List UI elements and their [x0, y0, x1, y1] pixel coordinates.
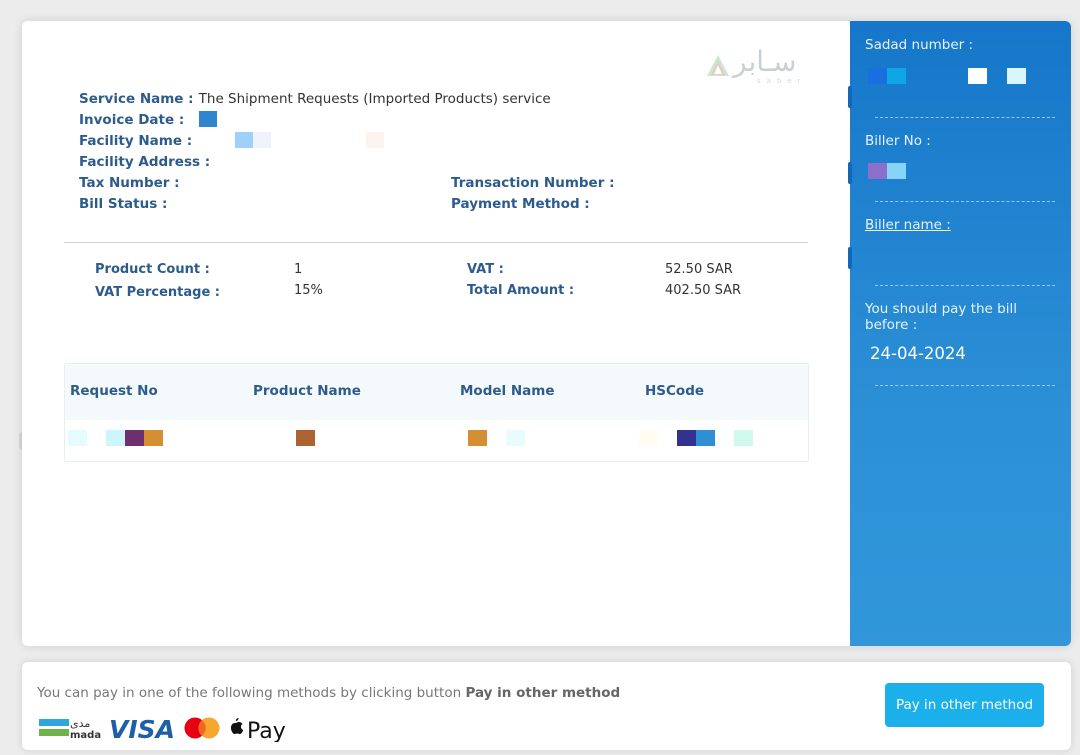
dashed-divider	[875, 117, 1055, 118]
biller-no-label: Biller No :	[865, 133, 931, 149]
vat-label: VAT :	[467, 262, 504, 277]
payment-method-label: Payment Method :	[451, 196, 590, 212]
bill-status-row: Bill Status :	[79, 193, 167, 212]
facility-name-redacted	[235, 132, 254, 148]
payment-method-logos: مدى mada VISA Pay	[39, 714, 299, 744]
section-divider	[64, 242, 808, 243]
total-amount-label: Total Amount :	[467, 283, 575, 298]
svg-text:VISA: VISA	[109, 715, 175, 742]
product-count-label: Product Count :	[95, 262, 210, 277]
transaction-number-row: Transaction Number :	[451, 172, 614, 191]
saber-logo-mark-icon	[707, 55, 729, 76]
cell-hscode	[639, 430, 753, 446]
pay-before-date: 24-04-2024	[870, 344, 966, 363]
invoice-main-panel: سـابر saber Service Name : The Shipment …	[22, 21, 850, 646]
facility-address-row: Facility Address :	[79, 151, 210, 170]
visa-logo-icon: VISA	[109, 715, 175, 744]
payment-instruction: You can pay in one of the following meth…	[37, 685, 621, 701]
product-count-value: 1	[294, 262, 303, 277]
invoice-card: سـابر saber Service Name : The Shipment …	[22, 21, 1071, 646]
dashed-divider	[875, 285, 1055, 286]
column-header-model-name: Model Name	[460, 383, 555, 399]
dashed-divider	[875, 385, 1055, 386]
apple-pay-logo-icon: Pay	[230, 718, 286, 744]
table-header: Request No Product Name Model Name HSCod…	[65, 364, 808, 420]
payment-method-row: Payment Method :	[451, 193, 590, 212]
cell-model-name	[468, 430, 525, 446]
biller-name-label: Biller name :	[865, 217, 951, 233]
invoice-date-label: Invoice Date :	[79, 112, 185, 128]
total-amount-value: 402.50 SAR	[665, 283, 742, 298]
invoice-date-redacted	[199, 111, 218, 127]
facility-address-label: Facility Address :	[79, 154, 211, 170]
payment-methods-card: You can pay in one of the following meth…	[22, 662, 1071, 750]
mastercard-logo-icon	[184, 717, 220, 739]
invoice-date-row: Invoice Date :	[79, 109, 218, 128]
facility-name-label: Facility Name :	[79, 133, 193, 149]
sadad-number-redacted	[868, 68, 1027, 88]
logo-english-text: saber	[757, 77, 807, 85]
products-table: Request No Product Name Model Name HSCod…	[64, 363, 809, 462]
pay-before-label: You should pay the bill before :	[865, 301, 1017, 333]
pay-in-other-method-button[interactable]: Pay in other method	[885, 683, 1044, 727]
mada-logo-icon: مدى mada	[39, 717, 101, 741]
facility-name-row: Facility Name :	[79, 130, 385, 149]
tax-number-row: Tax Number :	[79, 172, 180, 191]
cell-request-no	[68, 430, 163, 446]
biller-no-redacted	[868, 163, 906, 183]
service-name-row: Service Name : The Shipment Requests (Im…	[79, 88, 551, 107]
transaction-number-label: Transaction Number :	[451, 175, 615, 191]
service-name-value: The Shipment Requests (Imported Products…	[198, 91, 551, 107]
svg-text:مدى: مدى	[70, 717, 90, 730]
sadad-side-panel: Sadad number : Biller No : Biller name :…	[848, 21, 1071, 646]
table-row[interactable]	[65, 420, 808, 462]
logo-arabic-text: سـابر	[733, 45, 797, 78]
bill-status-label: Bill Status :	[79, 196, 168, 212]
service-name-label: Service Name :	[79, 91, 194, 107]
dashed-divider	[875, 201, 1055, 202]
svg-text:mada: mada	[70, 730, 101, 741]
vat-percentage-label: VAT Percentage :	[95, 285, 220, 300]
tax-number-label: Tax Number :	[79, 175, 180, 191]
cell-product-name	[296, 430, 315, 446]
vat-percentage-value: 15%	[294, 283, 323, 298]
column-header-product-name: Product Name	[253, 383, 361, 399]
svg-text:Pay: Pay	[247, 719, 286, 742]
column-header-hscode: HSCode	[645, 383, 705, 399]
sadad-number-label: Sadad number :	[865, 37, 974, 53]
vat-value: 52.50 SAR	[665, 262, 733, 277]
saber-logo: سـابر saber	[705, 45, 815, 87]
column-header-request-no: Request No	[70, 383, 158, 399]
